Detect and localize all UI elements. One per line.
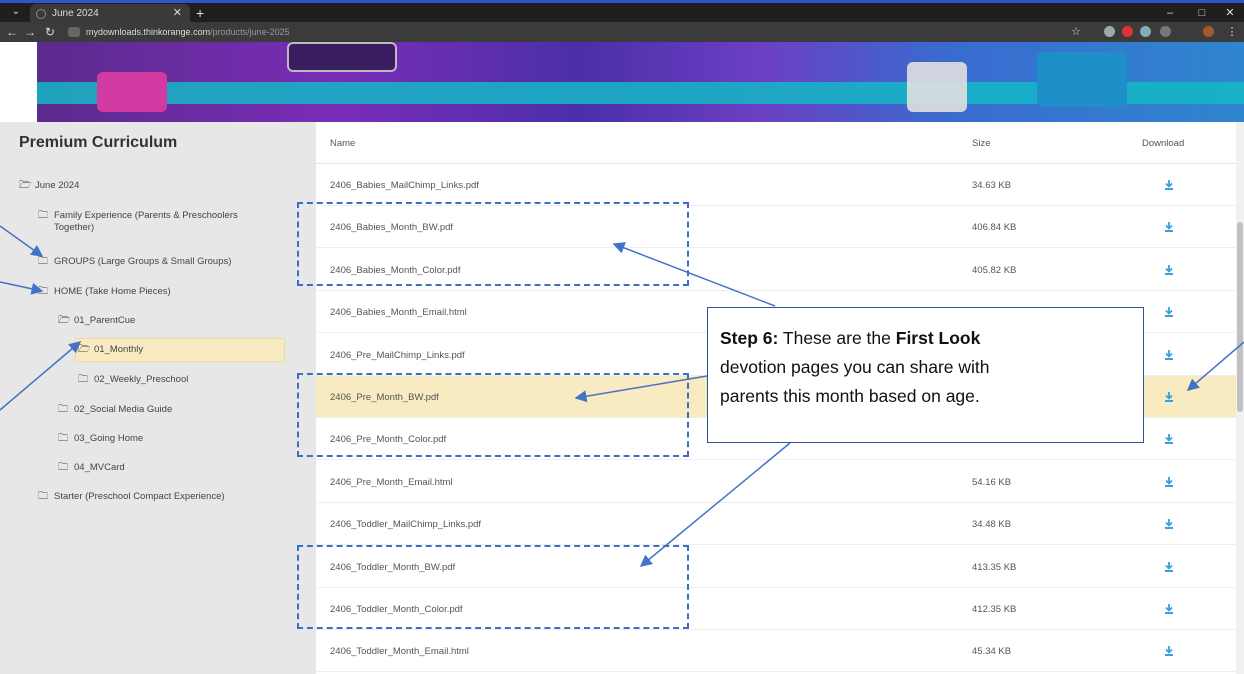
tab-search-icon[interactable]: ⌄ (8, 5, 24, 19)
table-row[interactable]: 2406_Pre_Month_Email.html 54.16 KB (316, 461, 1236, 503)
folder-open-icon: 🗁 (58, 315, 71, 326)
folder-icon: 🗀 (78, 374, 88, 385)
table-header: Name Size Download (316, 122, 1236, 164)
folder-icon: 🗀 (38, 286, 48, 297)
tree-folder-monthly[interactable]: 🗁 01_Monthly (75, 338, 285, 362)
file-size: 406.84 KB (972, 222, 1017, 234)
url-path: /products/june-2025 (210, 27, 290, 37)
folder-icon: 🗀 (38, 210, 48, 221)
annotation-box-babies (297, 202, 689, 286)
url-field[interactable]: mydownloads.thinkorange.com/products/jun… (86, 25, 290, 39)
forward-icon[interactable]: → (22, 24, 38, 40)
profile-avatar[interactable] (1203, 26, 1214, 37)
folder-icon: 🗀 (38, 491, 48, 502)
file-size: 413.35 KB (972, 561, 1017, 573)
tree-folder-social-media-guide[interactable]: 🗀 02_Social Media Guide (58, 404, 172, 416)
folder-icon: 🗀 (58, 462, 68, 473)
folder-icon: 🗀 (38, 256, 48, 267)
table-row[interactable]: 2406_Toddler_MailChimp_Links.pdf 34.48 KB (316, 503, 1236, 546)
tree-folder-family-experience[interactable]: 🗀 Family Experience (Parents & Preschoole… (38, 210, 278, 234)
download-icon[interactable] (1162, 432, 1176, 446)
tab-close-icon[interactable]: ✕ (173, 4, 182, 23)
new-tab-icon[interactable]: + (196, 4, 204, 22)
download-icon[interactable] (1162, 178, 1176, 192)
tree-folder-parentcue[interactable]: 🗁 01_ParentCue (58, 315, 135, 327)
extensions-puzzle-icon[interactable] (1160, 26, 1171, 37)
file-name-link[interactable]: 2406_Pre_Month_Email.html (330, 477, 453, 488)
column-header-size[interactable]: Size (972, 138, 990, 149)
sidebar-title: Premium Curriculum (19, 134, 178, 151)
adblock-extension-icon[interactable] (1122, 26, 1133, 37)
close-window-button[interactable]: ✕ (1220, 5, 1240, 21)
tree-folder-mvcard[interactable]: 🗀 04_MVCard (58, 462, 125, 474)
download-icon[interactable] (1162, 220, 1176, 234)
tree-folder-groups[interactable]: 🗀 GROUPS (Large Groups & Small Groups) (38, 256, 231, 268)
folder-icon: 🗀 (58, 404, 68, 415)
tree-folder-june-2024[interactable]: 🗁 June 2024 (19, 180, 79, 192)
download-icon[interactable] (1162, 263, 1176, 277)
download-icon[interactable] (1162, 348, 1176, 362)
scrollbar-thumb[interactable] (1237, 222, 1243, 412)
tab-favicon-icon (36, 9, 46, 19)
file-size: 34.48 KB (972, 519, 1012, 531)
callout-text: These are the (778, 328, 896, 348)
reload-icon[interactable]: ↻ (42, 24, 58, 40)
site-info-icon[interactable] (68, 27, 80, 37)
minimize-button[interactable]: – (1160, 5, 1180, 21)
maximize-button[interactable]: □ (1192, 5, 1212, 21)
extension-icon[interactable] (1140, 26, 1151, 37)
folder-icon: 🗀 (58, 433, 68, 444)
tab-title: June 2024 (52, 8, 99, 19)
folder-open-icon: 🗁 (78, 344, 91, 355)
back-icon[interactable]: ← (4, 24, 20, 40)
tree-folder-going-home[interactable]: 🗀 03_Going Home (58, 433, 143, 445)
scrollbar[interactable] (1236, 122, 1244, 674)
file-name-link[interactable]: 2406_Babies_Month_Email.html (330, 307, 467, 318)
file-size: 45.34 KB (972, 646, 1012, 658)
menu-kebab-icon[interactable]: ⋮ (1224, 24, 1240, 40)
step-6-callout: Step 6: These are the First Look devotio… (707, 307, 1144, 443)
url-domain: mydownloads.thinkorange.com (86, 27, 211, 37)
file-size: 54.16 KB (972, 476, 1012, 488)
table-row[interactable]: 2406_Babies_MailChimp_Links.pdf 34.63 KB (316, 164, 1236, 206)
callout-text: parents this month based on age. (720, 386, 980, 406)
file-size: 412.35 KB (972, 604, 1017, 615)
column-header-download: Download (1142, 138, 1185, 149)
callout-emphasis: First Look (895, 328, 981, 348)
download-icon[interactable] (1162, 305, 1176, 319)
file-name-link[interactable]: 2406_Babies_MailChimp_Links.pdf (330, 180, 479, 191)
tree-folder-starter[interactable]: 🗀 Starter (Preschool Compact Experience) (38, 491, 225, 503)
file-name-link[interactable]: 2406_Toddler_Month_Email.html (330, 646, 469, 657)
download-icon[interactable] (1162, 517, 1176, 531)
table-row[interactable]: 2406_Toddler_Month_Email.html 45.34 KB (316, 630, 1236, 673)
download-icon[interactable] (1162, 475, 1176, 489)
callout-text: devotion pages you can share with (720, 357, 990, 377)
download-icon[interactable] (1162, 390, 1176, 404)
address-bar: ← → ↻ mydownloads.thinkorange.com/produc… (0, 22, 1244, 42)
file-size: 405.82 KB (972, 264, 1017, 276)
file-size: 34.63 KB (972, 180, 1012, 191)
folder-sidebar: Premium Curriculum 🗁 June 2024 🗀 Family Ex… (0, 122, 316, 674)
browser-tab[interactable]: June 2024 ✕ (30, 4, 190, 23)
folder-open-icon: 🗁 (19, 180, 32, 191)
callout-step-label: Step 6: (720, 328, 779, 348)
column-header-name[interactable]: Name (330, 138, 355, 149)
annotation-box-toddler (297, 545, 689, 629)
tree-folder-home[interactable]: 🗀 HOME (Take Home Pieces) (38, 286, 171, 298)
extension-icon[interactable] (1104, 26, 1115, 37)
download-icon[interactable] (1162, 560, 1176, 574)
header-banner-image (37, 42, 1244, 122)
browser-tab-bar: ⌄ June 2024 ✕ + – □ ✕ (0, 0, 1244, 23)
file-name-link[interactable]: 2406_Toddler_MailChimp_Links.pdf (330, 519, 481, 530)
download-icon[interactable] (1162, 644, 1176, 658)
annotation-box-pre (297, 373, 689, 457)
bookmark-star-icon[interactable]: ☆ (1068, 24, 1084, 40)
tree-folder-weekly-preschool[interactable]: 🗀 02_Weekly_Preschool (78, 374, 188, 386)
file-name-link[interactable]: 2406_Pre_MailChimp_Links.pdf (330, 350, 465, 361)
download-icon[interactable] (1162, 602, 1176, 616)
